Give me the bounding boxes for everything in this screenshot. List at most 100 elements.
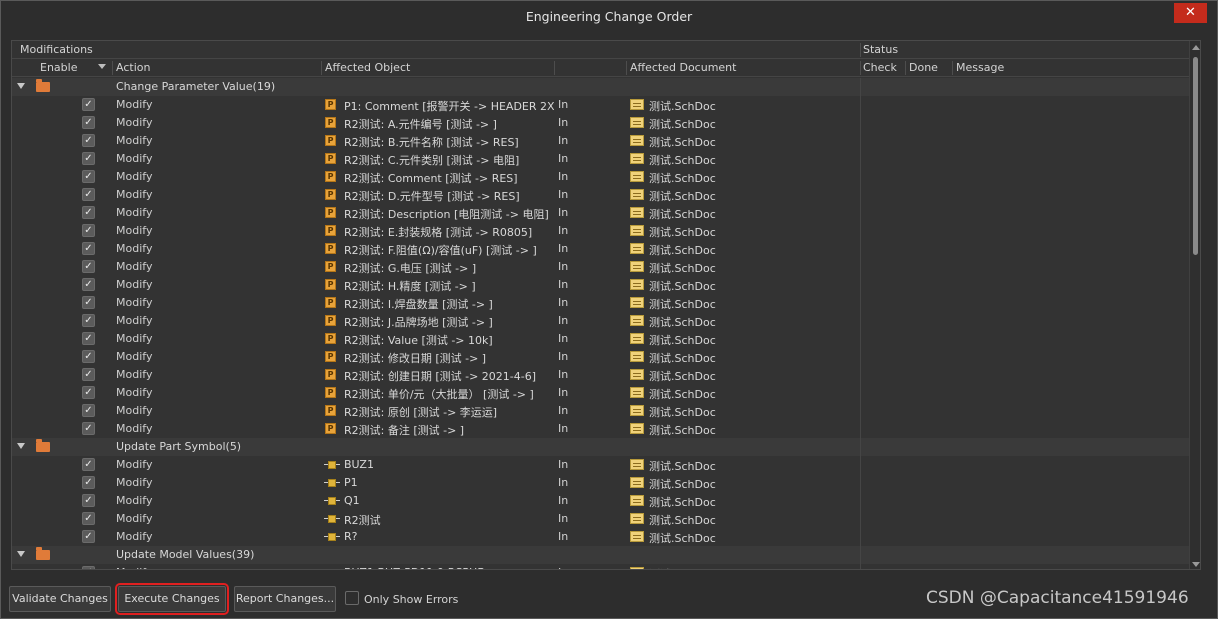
change-row[interactable]: ✓ Modify P R2测试: G.电压 [测试 -> ] In 测试.SchDoc <box>12 258 1189 276</box>
enable-checkbox[interactable]: ✓ <box>82 512 95 525</box>
change-row[interactable]: ✓ Modify BUZ1 In 测试.SchDoc <box>12 456 1189 474</box>
report-changes-button[interactable]: Report Changes... <box>234 586 336 612</box>
group-row[interactable]: Update Part Symbol(5) <box>12 438 1189 456</box>
enable-checkbox[interactable]: ✓ <box>82 476 95 489</box>
change-row[interactable]: ✓ Modify P R2测试: H.精度 [测试 -> ] In 测试.SchDoc <box>12 276 1189 294</box>
only-show-errors-checkbox[interactable] <box>345 591 359 605</box>
enable-checkbox[interactable]: ✓ <box>82 170 95 183</box>
enable-checkbox[interactable]: ✓ <box>82 224 95 237</box>
change-row[interactable]: ✓ Modify P R2测试: 原创 [测试 -> 李运运] In 测试.SchDoc <box>12 402 1189 420</box>
change-row[interactable]: ✓ Modify P R2测试: 修改日期 [测试 -> ] In 测试.SchDoc <box>12 348 1189 366</box>
header-enable[interactable]: Enable <box>40 61 77 74</box>
collapse-triangle-icon[interactable] <box>17 83 25 89</box>
enable-checkbox[interactable]: ✓ <box>82 494 95 507</box>
change-row[interactable]: ✓ Modify P1 In 测试.SchDoc <box>12 474 1189 492</box>
component-icon <box>324 478 340 488</box>
vertical-scrollbar[interactable] <box>1189 41 1200 569</box>
change-row[interactable]: ✓ Modify P R2测试: Value [测试 -> 10k] In 测试.SchD… <box>12 330 1189 348</box>
enable-checkbox[interactable]: ✓ <box>82 98 95 111</box>
affected-document-cell: 测试.SchDoc <box>649 100 716 113</box>
execute-changes-button[interactable]: Execute Changes <box>115 583 229 615</box>
enable-checkbox[interactable]: ✓ <box>82 422 95 435</box>
status-cell <box>860 258 1189 276</box>
enable-checkbox[interactable]: ✓ <box>82 458 95 471</box>
status-cell <box>860 402 1189 420</box>
close-icon: ✕ <box>1185 5 1196 20</box>
change-row[interactable]: ✓ Modify P R2测试: J.品牌场地 [测试 -> ] In 测试.SchDoc <box>12 312 1189 330</box>
change-row[interactable]: ✓ Modify P R2测试: 创建日期 [测试 -> 2021-4-6] In 测试.… <box>12 366 1189 384</box>
watermark: CSDN @Capacitance41591946 <box>926 588 1189 608</box>
in-cell: In <box>558 332 569 345</box>
enable-checkbox[interactable]: ✓ <box>82 242 95 255</box>
change-row[interactable]: ✓ Modify P R2测试: A.元件编号 [测试 -> ] In 测试.SchDoc <box>12 114 1189 132</box>
change-row[interactable]: ✓ Modify R2测试 In 测试.SchDoc <box>12 510 1189 528</box>
header-affected-document[interactable]: Affected Document <box>630 61 736 74</box>
enable-checkbox[interactable]: ✓ <box>82 350 95 363</box>
in-cell: In <box>558 134 569 147</box>
parameter-icon: P <box>325 171 336 182</box>
schdoc-icon <box>630 297 644 308</box>
affected-document-cell: 测试.SchDoc <box>649 566 716 569</box>
affected-object-cell: R2测试: C.元件类别 [测试 -> 电阻] <box>344 154 520 167</box>
scroll-up-icon[interactable] <box>1192 45 1200 50</box>
change-list: Change Parameter Value(19) ✓ Modify P P1: Co… <box>12 78 1189 569</box>
header-row-columns: Enable Action Affected Object Affected D… <box>12 59 1189 77</box>
validate-changes-button[interactable]: Validate Changes <box>9 586 111 612</box>
change-row[interactable]: ✓ Modify P R2测试: 备注 [测试 -> ] In 测试.SchDoc <box>12 420 1189 438</box>
scroll-thumb[interactable] <box>1193 57 1198 255</box>
enable-checkbox[interactable]: ✓ <box>82 386 95 399</box>
change-row[interactable]: ✓ Modify BUZ1-BUZ-PD11.0-RSPHB In 测试.SchDoc <box>12 564 1189 569</box>
enable-checkbox[interactable]: ✓ <box>82 530 95 543</box>
change-row[interactable]: ✓ Modify P R2测试: Description [电阻测试 -> 电阻] In… <box>12 204 1189 222</box>
close-button[interactable]: ✕ <box>1174 3 1207 23</box>
in-cell: In <box>558 404 569 417</box>
header-message[interactable]: Message <box>956 61 1004 74</box>
enable-checkbox[interactable]: ✓ <box>82 116 95 129</box>
change-row[interactable]: ✓ Modify P R2测试: C.元件类别 [测试 -> 电阻] In 测试.SchD… <box>12 150 1189 168</box>
enable-checkbox[interactable]: ✓ <box>82 134 95 147</box>
change-row[interactable]: ✓ Modify R? In 测试.SchDoc <box>12 528 1189 546</box>
collapse-triangle-icon[interactable] <box>17 443 25 449</box>
enable-checkbox[interactable]: ✓ <box>82 368 95 381</box>
affected-document-cell: 测试.SchDoc <box>649 478 716 491</box>
schdoc-icon <box>630 513 644 524</box>
enable-checkbox[interactable]: ✓ <box>82 188 95 201</box>
parameter-icon: P <box>325 261 336 272</box>
action-cell: Modify <box>116 332 153 345</box>
enable-checkbox[interactable]: ✓ <box>82 152 95 165</box>
scroll-down-icon[interactable] <box>1192 562 1200 567</box>
enable-checkbox[interactable]: ✓ <box>82 314 95 327</box>
enable-checkbox[interactable]: ✓ <box>82 332 95 345</box>
change-row[interactable]: ✓ Modify P R2测试: D.元件型号 [测试 -> RES] In 测试.Sch… <box>12 186 1189 204</box>
collapse-triangle-icon[interactable] <box>17 551 25 557</box>
component-icon <box>324 496 340 506</box>
enable-checkbox[interactable]: ✓ <box>82 278 95 291</box>
sort-arrow-icon[interactable] <box>98 64 106 69</box>
affected-document-cell: 测试.SchDoc <box>649 370 716 383</box>
change-row[interactable]: ✓ Modify Q1 In 测试.SchDoc <box>12 492 1189 510</box>
component-icon <box>324 514 340 524</box>
enable-checkbox[interactable]: ✓ <box>82 566 95 569</box>
header-action[interactable]: Action <box>116 61 150 74</box>
change-row[interactable]: ✓ Modify P R2测试: F.阻值(Ω)/容值(uF) [测试 -> ] In 测… <box>12 240 1189 258</box>
header-check[interactable]: Check <box>863 61 897 74</box>
group-row[interactable]: Update Model Values(39) <box>12 546 1189 564</box>
change-row[interactable]: ✓ Modify P R2测试: B.元件名称 [测试 -> RES] In 测试.Sch… <box>12 132 1189 150</box>
status-cell <box>860 420 1189 438</box>
in-cell: In <box>558 278 569 291</box>
enable-checkbox[interactable]: ✓ <box>82 206 95 219</box>
enable-checkbox[interactable]: ✓ <box>82 296 95 309</box>
change-row[interactable]: ✓ Modify P R2测试: E.封装规格 [测试 -> R0805] In 测试.S… <box>12 222 1189 240</box>
status-cell <box>860 150 1189 168</box>
change-row[interactable]: ✓ Modify P R2测试: Comment [测试 -> RES] In 测试.Sc… <box>12 168 1189 186</box>
change-row[interactable]: ✓ Modify P P1: Comment [报警开关 -> HEADER 2X1]… <box>12 96 1189 114</box>
change-row[interactable]: ✓ Modify P R2测试: 单价/元（大批量） [测试 -> ] In 测试.Sch… <box>12 384 1189 402</box>
header-done[interactable]: Done <box>909 61 938 74</box>
group-row[interactable]: Change Parameter Value(19) <box>12 78 1189 96</box>
header-separator <box>952 61 953 75</box>
enable-checkbox[interactable]: ✓ <box>82 404 95 417</box>
enable-checkbox[interactable]: ✓ <box>82 260 95 273</box>
change-row[interactable]: ✓ Modify P R2测试: I.焊盘数量 [测试 -> ] In 测试.SchDoc <box>12 294 1189 312</box>
in-cell: In <box>558 476 569 489</box>
header-affected-object[interactable]: Affected Object <box>325 61 410 74</box>
